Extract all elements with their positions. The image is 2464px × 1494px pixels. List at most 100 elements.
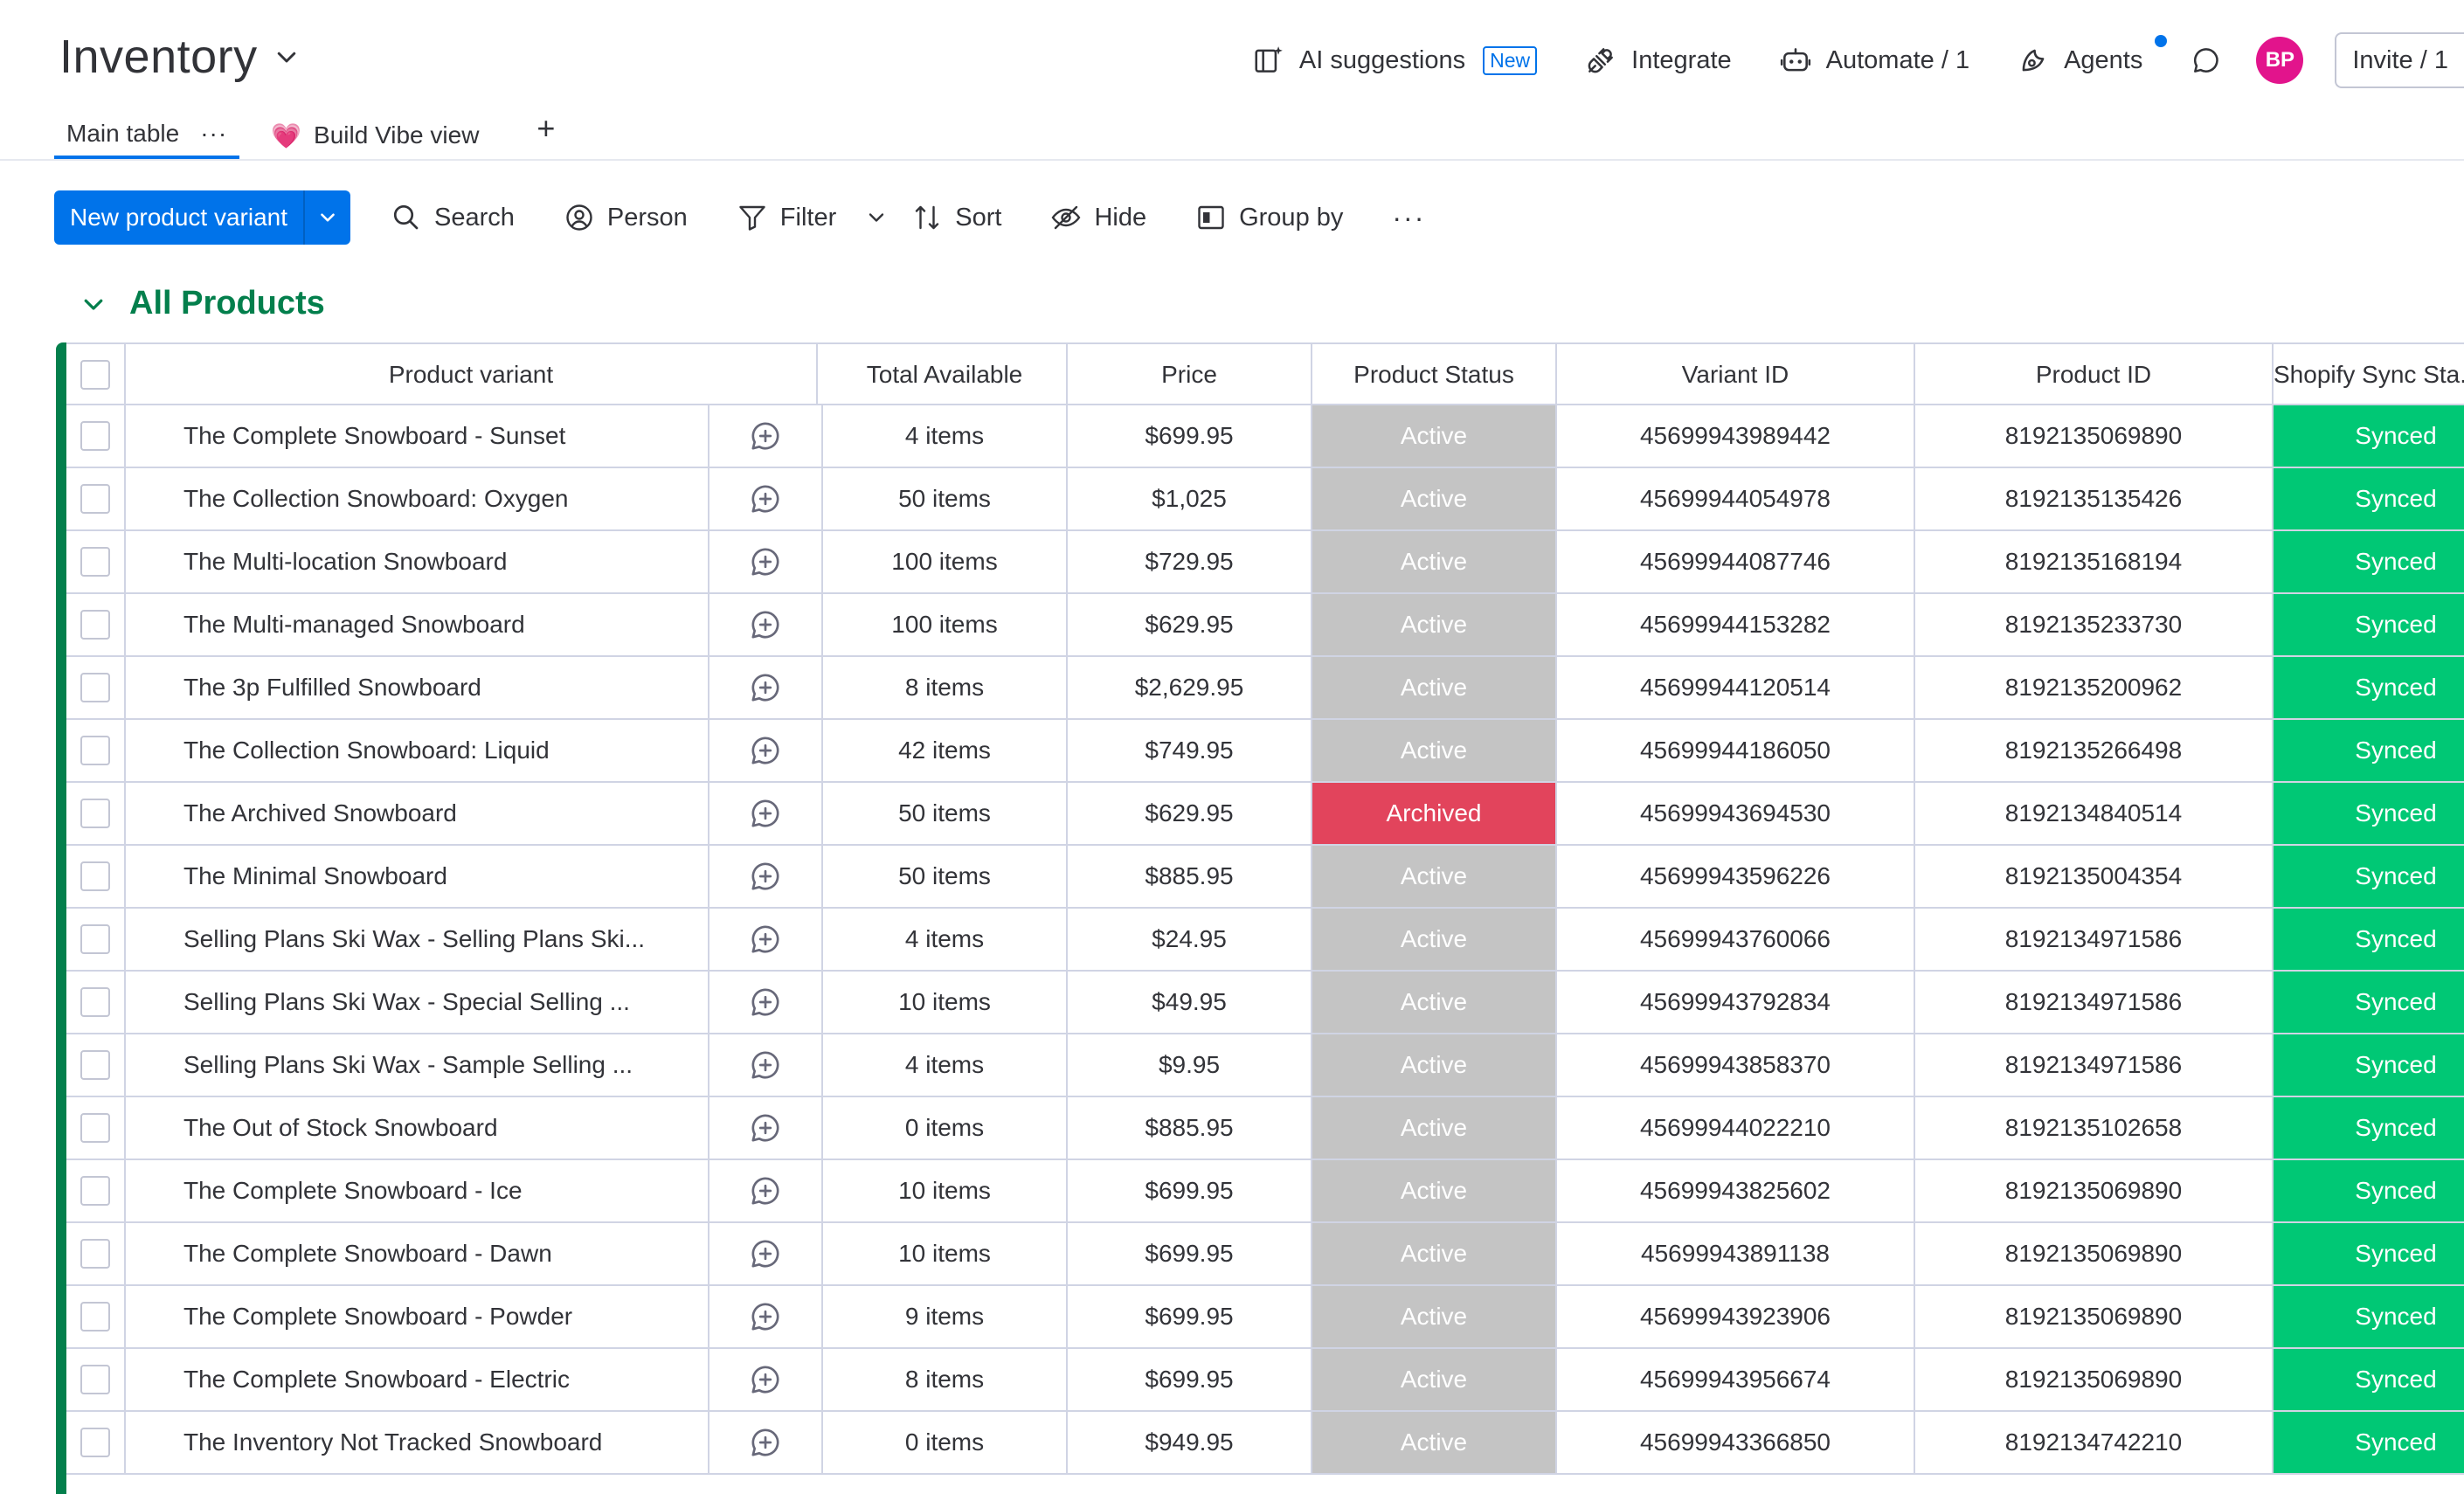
- shopify-sync-status-cell[interactable]: Synced: [2274, 972, 2464, 1033]
- product-variant-cell[interactable]: The Collection Snowboard: Liquid: [126, 720, 709, 781]
- tab-menu-icon[interactable]: ···: [200, 120, 227, 148]
- add-update-icon[interactable]: [748, 544, 783, 579]
- total-available-cell[interactable]: 50 items: [823, 846, 1068, 907]
- add-update-icon[interactable]: [748, 1236, 783, 1271]
- product-status-cell[interactable]: Active: [1312, 1349, 1557, 1410]
- item-updates-cell[interactable]: [709, 531, 823, 592]
- shopify-sync-status-cell[interactable]: Synced: [2274, 1349, 2464, 1410]
- add-update-icon[interactable]: [748, 1425, 783, 1460]
- row-checkbox[interactable]: [80, 924, 110, 954]
- price-cell[interactable]: $49.95: [1068, 972, 1312, 1033]
- product-id-cell[interactable]: 8192134971586: [1915, 1034, 2274, 1096]
- shopify-sync-status-cell[interactable]: Synced: [2274, 783, 2464, 844]
- add-update-icon[interactable]: [748, 607, 783, 642]
- product-variant-cell[interactable]: The Complete Snowboard - Electric: [126, 1349, 709, 1410]
- group-title[interactable]: All Products: [129, 285, 325, 322]
- agents-button[interactable]: Agents: [2017, 35, 2168, 77]
- total-available-cell[interactable]: 9 items: [823, 1286, 1068, 1347]
- table-row[interactable]: Selling Plans Ski Wax - Sample Selling .…: [66, 1034, 2464, 1097]
- variant-id-cell[interactable]: 45699944120514: [1557, 657, 1915, 718]
- row-select-cell[interactable]: [66, 1349, 126, 1410]
- column-header-product-status[interactable]: Product Status: [1312, 344, 1557, 405]
- total-available-cell[interactable]: 10 items: [823, 972, 1068, 1033]
- product-status-cell[interactable]: Active: [1312, 1160, 1557, 1221]
- table-row[interactable]: The Complete Snowboard - Dawn 10 items $69…: [66, 1223, 2464, 1286]
- product-variant-cell[interactable]: The Complete Snowboard - Ice: [126, 1160, 709, 1221]
- table-row[interactable]: The Out of Stock Snowboard 0 items $885.95…: [66, 1097, 2464, 1160]
- item-updates-cell[interactable]: [709, 1160, 823, 1221]
- add-update-icon[interactable]: [748, 670, 783, 705]
- product-variant-cell[interactable]: The Multi-location Snowboard: [126, 531, 709, 592]
- product-status-cell[interactable]: Active: [1312, 909, 1557, 970]
- product-variant-cell[interactable]: The 3p Fulfilled Snowboard: [126, 657, 709, 718]
- add-update-icon[interactable]: [748, 922, 783, 957]
- row-select-cell[interactable]: [66, 846, 126, 907]
- item-updates-cell[interactable]: [709, 846, 823, 907]
- product-status-cell[interactable]: Active: [1312, 657, 1557, 718]
- row-checkbox[interactable]: [80, 1239, 110, 1269]
- chevron-down-icon[interactable]: [273, 44, 300, 70]
- total-available-cell[interactable]: 50 items: [823, 783, 1068, 844]
- product-id-cell[interactable]: 8192135266498: [1915, 720, 2274, 781]
- column-header-product-variant[interactable]: Product variant: [126, 344, 818, 405]
- shopify-sync-status-cell[interactable]: Synced: [2274, 531, 2464, 592]
- total-available-cell[interactable]: 8 items: [823, 1349, 1068, 1410]
- price-cell[interactable]: $9.95: [1068, 1034, 1312, 1096]
- row-select-cell[interactable]: [66, 909, 126, 970]
- updates-button[interactable]: [2190, 44, 2223, 77]
- ai-suggestions-button[interactable]: AI suggestions New: [1252, 44, 1538, 77]
- product-status-cell[interactable]: Active: [1312, 1034, 1557, 1096]
- shopify-sync-status-cell[interactable]: Synced: [2274, 1097, 2464, 1159]
- product-variant-cell[interactable]: The Collection Snowboard: Oxygen: [126, 468, 709, 529]
- variant-id-cell[interactable]: 45699943366850: [1557, 1412, 1915, 1473]
- variant-id-cell[interactable]: 45699943792834: [1557, 972, 1915, 1033]
- variant-id-cell[interactable]: 45699943923906: [1557, 1286, 1915, 1347]
- shopify-sync-status-cell[interactable]: Synced: [2274, 405, 2464, 467]
- row-select-cell[interactable]: [66, 657, 126, 718]
- product-id-cell[interactable]: 8192135233730: [1915, 594, 2274, 655]
- product-variant-cell[interactable]: The Archived Snowboard: [126, 783, 709, 844]
- product-id-cell[interactable]: 8192135069890: [1915, 1286, 2274, 1347]
- product-variant-cell[interactable]: Selling Plans Ski Wax - Sample Selling .…: [126, 1034, 709, 1096]
- table-row[interactable]: The Multi-location Snowboard 100 items $72…: [66, 531, 2464, 594]
- product-id-cell[interactable]: 8192134971586: [1915, 909, 2274, 970]
- automate-button[interactable]: Automate / 1: [1779, 44, 1969, 77]
- row-checkbox[interactable]: [80, 610, 110, 640]
- product-variant-cell[interactable]: The Complete Snowboard - Dawn: [126, 1223, 709, 1284]
- table-row[interactable]: The 3p Fulfilled Snowboard 8 items $2,629.…: [66, 657, 2464, 720]
- table-row[interactable]: The Collection Snowboard: Liquid 42 items…: [66, 720, 2464, 783]
- add-update-icon[interactable]: [748, 1048, 783, 1082]
- table-row[interactable]: Selling Plans Ski Wax - Selling Plans Sk…: [66, 909, 2464, 972]
- price-cell[interactable]: $699.95: [1068, 1223, 1312, 1284]
- product-id-cell[interactable]: 8192135102658: [1915, 1097, 2274, 1159]
- group-by-button[interactable]: Group by: [1195, 202, 1343, 233]
- row-select-cell[interactable]: [66, 720, 126, 781]
- product-id-cell[interactable]: 8192135069890: [1915, 405, 2274, 467]
- price-cell[interactable]: $885.95: [1068, 846, 1312, 907]
- total-available-cell[interactable]: 100 items: [823, 594, 1068, 655]
- price-cell[interactable]: $729.95: [1068, 531, 1312, 592]
- more-actions-button[interactable]: ···: [1392, 202, 1425, 234]
- select-all-cell[interactable]: [66, 344, 126, 405]
- sort-button[interactable]: Sort: [911, 202, 1001, 233]
- product-variant-cell[interactable]: Selling Plans Ski Wax - Special Selling …: [126, 972, 709, 1033]
- row-select-cell[interactable]: [66, 783, 126, 844]
- add-update-icon[interactable]: [748, 1299, 783, 1334]
- price-cell[interactable]: $24.95: [1068, 909, 1312, 970]
- add-update-icon[interactable]: [748, 1110, 783, 1145]
- shopify-sync-status-cell[interactable]: Synced: [2274, 1286, 2464, 1347]
- row-select-cell[interactable]: [66, 594, 126, 655]
- item-updates-cell[interactable]: [709, 783, 823, 844]
- row-checkbox[interactable]: [80, 421, 110, 451]
- item-updates-cell[interactable]: [709, 1097, 823, 1159]
- item-updates-cell[interactable]: [709, 1034, 823, 1096]
- add-update-icon[interactable]: [748, 481, 783, 516]
- row-checkbox[interactable]: [80, 987, 110, 1017]
- price-cell[interactable]: $2,629.95: [1068, 657, 1312, 718]
- shopify-sync-status-cell[interactable]: Synced: [2274, 909, 2464, 970]
- table-row[interactable]: The Complete Snowboard - Ice 10 items $699…: [66, 1160, 2464, 1223]
- product-id-cell[interactable]: 8192135004354: [1915, 846, 2274, 907]
- invite-button[interactable]: Invite / 1: [2335, 32, 2464, 88]
- column-header-total-available[interactable]: Total Available: [823, 344, 1068, 405]
- row-select-cell[interactable]: [66, 1223, 126, 1284]
